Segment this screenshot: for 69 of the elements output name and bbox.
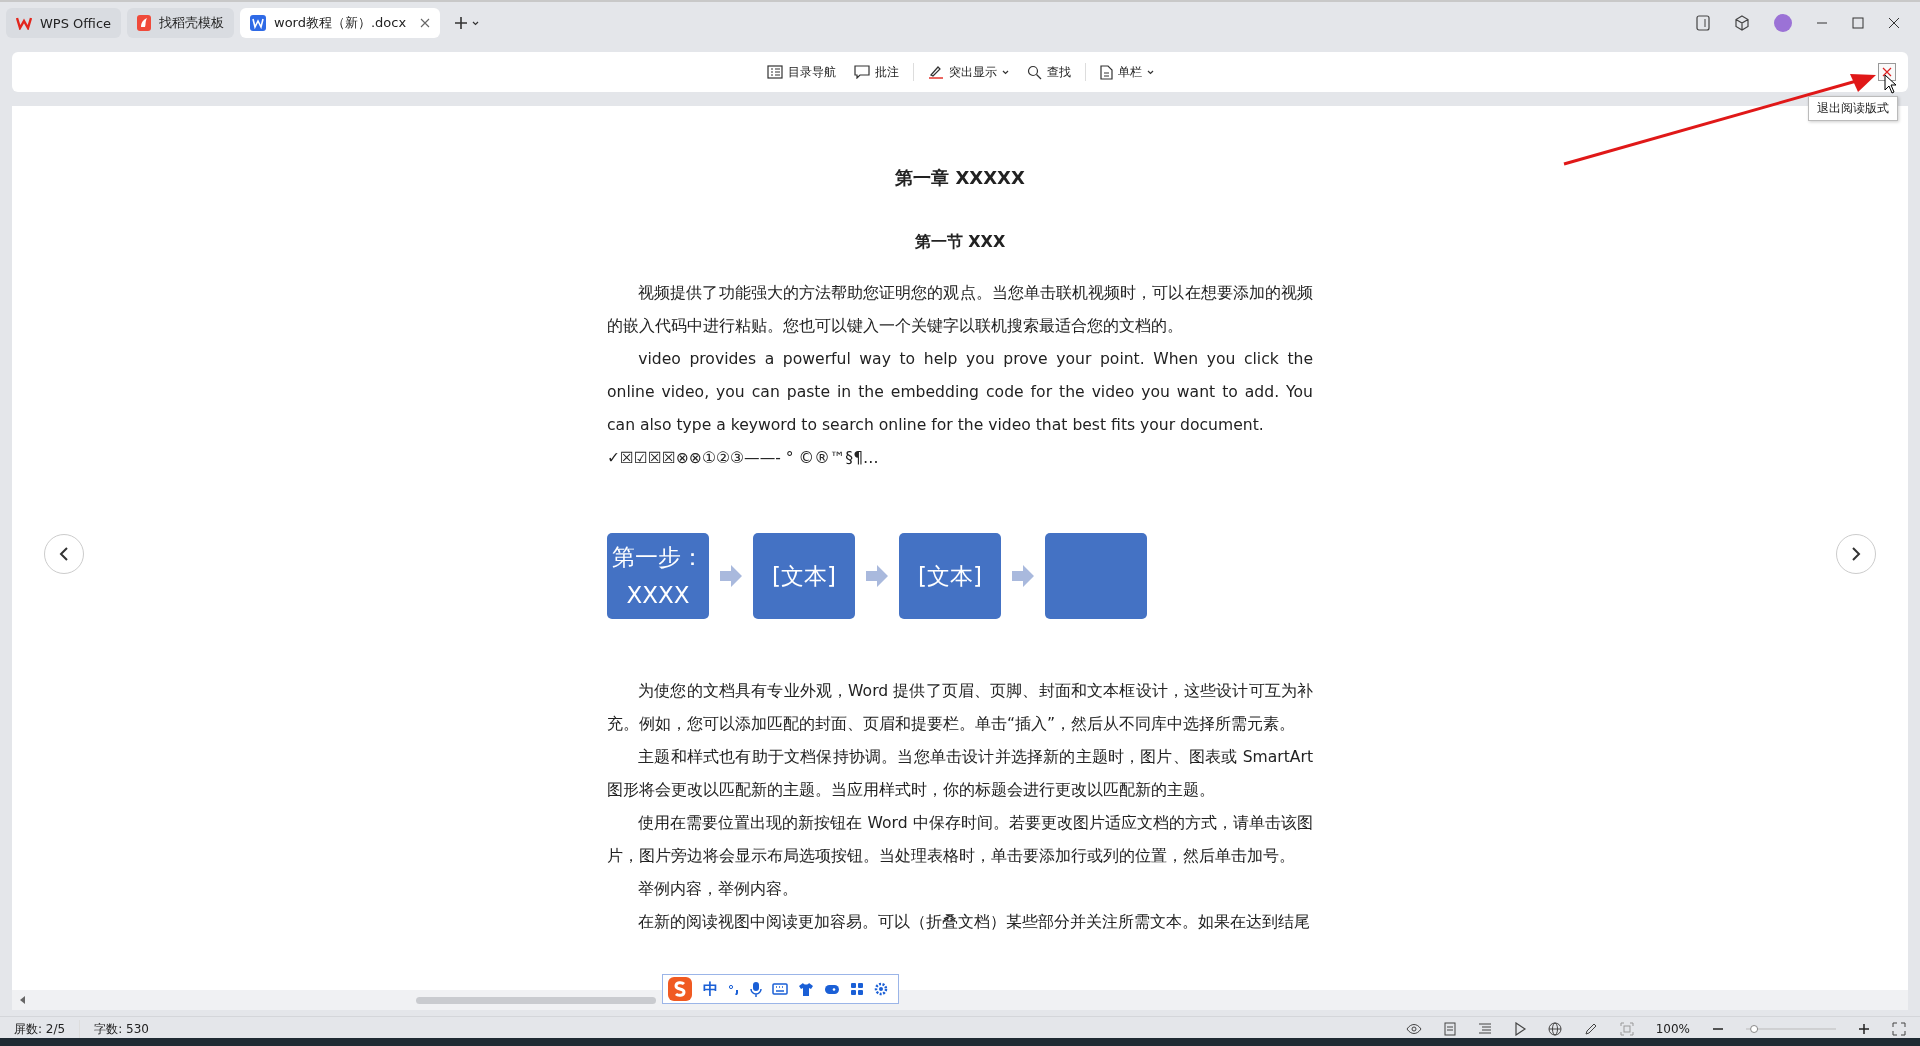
chevron-left-icon — [58, 546, 70, 562]
template-logo-icon — [137, 15, 152, 31]
avatar[interactable] — [1774, 14, 1792, 32]
arrow-icon — [720, 565, 742, 587]
arrow-icon — [1012, 565, 1034, 587]
process-step: [文本] — [899, 533, 1001, 619]
caret-icon — [1001, 69, 1009, 75]
shirt-icon[interactable] — [798, 982, 814, 996]
page-icon — [1099, 64, 1113, 80]
toolbar-button[interactable]: 目录导航 — [762, 59, 840, 85]
caret-icon — [1146, 69, 1154, 75]
toolbar-button[interactable]: 突出显示 — [923, 59, 1013, 85]
plus-icon[interactable] — [454, 16, 469, 30]
toolbar-button[interactable]: 批注 — [849, 59, 903, 85]
doc-logo-icon — [250, 15, 267, 31]
close-icon[interactable] — [420, 18, 431, 28]
pen-icon[interactable] — [1583, 1022, 1598, 1036]
settings-icon[interactable] — [874, 982, 888, 996]
wps-logo-icon — [16, 16, 32, 30]
arrow-icon — [866, 565, 888, 587]
play-icon[interactable] — [1513, 1022, 1526, 1036]
keyboard-icon[interactable] — [772, 983, 788, 995]
scrollbar-thumb[interactable] — [416, 996, 656, 1004]
word-count: 字数: 530 — [94, 1020, 149, 1038]
comment-icon — [853, 65, 870, 79]
paragraph: 在新的阅读视图中阅读更加容易。可以（折叠文档）某些部分并关注所需文本。如果在达到结尾 — [637, 912, 1312, 933]
list-icon — [766, 65, 783, 79]
paragraph: 视频提供了功能强大的方法帮助您证明您的观点。当您单击联机视频时，可以在想要添加的视频的嵌入代码中进行粘贴。您也可以键入一个关键字以联机搜索最适合您的文档的。 — [607, 283, 1313, 337]
paragraph: video provides a powerful way to help you prove your point. When you click the online video, you can paste in the embedding code for the video you want to add. You can also type a keyword to search online for the video that best fits your document. — [607, 349, 1313, 436]
tab[interactable]: word教程（新）.docx — [240, 8, 441, 38]
punctuation-icon[interactable] — [728, 983, 740, 995]
page-count: 屏数: 2/5 — [14, 1020, 66, 1038]
caret-icon — [472, 20, 480, 26]
section-title: 第一节 XXX — [913, 232, 1007, 253]
process-step: [文本] — [753, 533, 855, 619]
plus-icon[interactable] — [1858, 1023, 1870, 1035]
paragraph: 使用在需要位置出现的新按钮在 Word 中保存时间。若要更改图片适应文档的方式，请单击该图片，图片旁边将会显示布局选项按钮。当处理表格时，单击要添加行或列的位置，然后单击加号。 — [607, 813, 1313, 867]
paragraph: ✓☒☑☒☒⊗⊗①②③——- ° ©®™§¶… — [607, 448, 880, 469]
zoom-slider[interactable] — [1746, 1024, 1836, 1034]
grid-icon[interactable] — [850, 982, 864, 996]
ime-mode[interactable]: 中 — [703, 979, 718, 999]
process-step: 第一步：XXXX — [607, 533, 709, 619]
cube-icon[interactable] — [1734, 15, 1750, 31]
previous-button[interactable] — [44, 534, 84, 574]
chapter-title: 第一章 XXXXX — [894, 166, 1026, 190]
scroll-left-icon[interactable] — [20, 996, 26, 1004]
zoom-level[interactable]: 100% — [1655, 1022, 1690, 1036]
next-button[interactable] — [1836, 534, 1876, 574]
slider-thumb[interactable] — [1750, 1025, 1759, 1033]
toolbar-button[interactable]: 单栏 — [1095, 59, 1158, 85]
tab[interactable]: WPS Office — [6, 8, 122, 38]
tablet-icon[interactable] — [1696, 15, 1710, 31]
page-icon[interactable] — [1443, 1022, 1456, 1036]
gamepad-icon[interactable] — [824, 983, 840, 995]
tab[interactable]: 找稻壳模板 — [127, 8, 235, 38]
microphone-icon[interactable] — [750, 981, 762, 997]
pen-icon — [927, 65, 944, 79]
search-icon — [1026, 64, 1042, 80]
paragraph: 举例内容，举例内容。 — [637, 879, 800, 900]
eye-icon[interactable] — [1405, 1024, 1422, 1034]
paragraph: 主题和样式也有助于文档保持协调。当您单击设计并选择新的主题时，图片、图表或 SmartArt 图形将会更改以匹配新的主题。当应用样式时，你的标题会进行更改以匹配新的主题。 — [607, 747, 1313, 801]
ime-logo-icon[interactable] — [667, 976, 693, 1002]
paragraph: 为使您的文档具有专业外观，Word 提供了页眉、页脚、封面和文本框设计，这些设计可互为补充。例如，您可以添加匹配的封面、页眉和提要栏。单击“插入”，然后从不同库中选择所需元素。 — [607, 681, 1313, 735]
toolbar-button[interactable]: 查找 — [1022, 59, 1075, 85]
maximize-icon[interactable] — [1852, 17, 1864, 29]
globe-icon[interactable] — [1547, 1022, 1562, 1036]
chevron-right-icon — [1850, 546, 1862, 562]
close-icon[interactable] — [1888, 17, 1900, 29]
tooltip: 退出阅读版式 — [1808, 96, 1898, 121]
